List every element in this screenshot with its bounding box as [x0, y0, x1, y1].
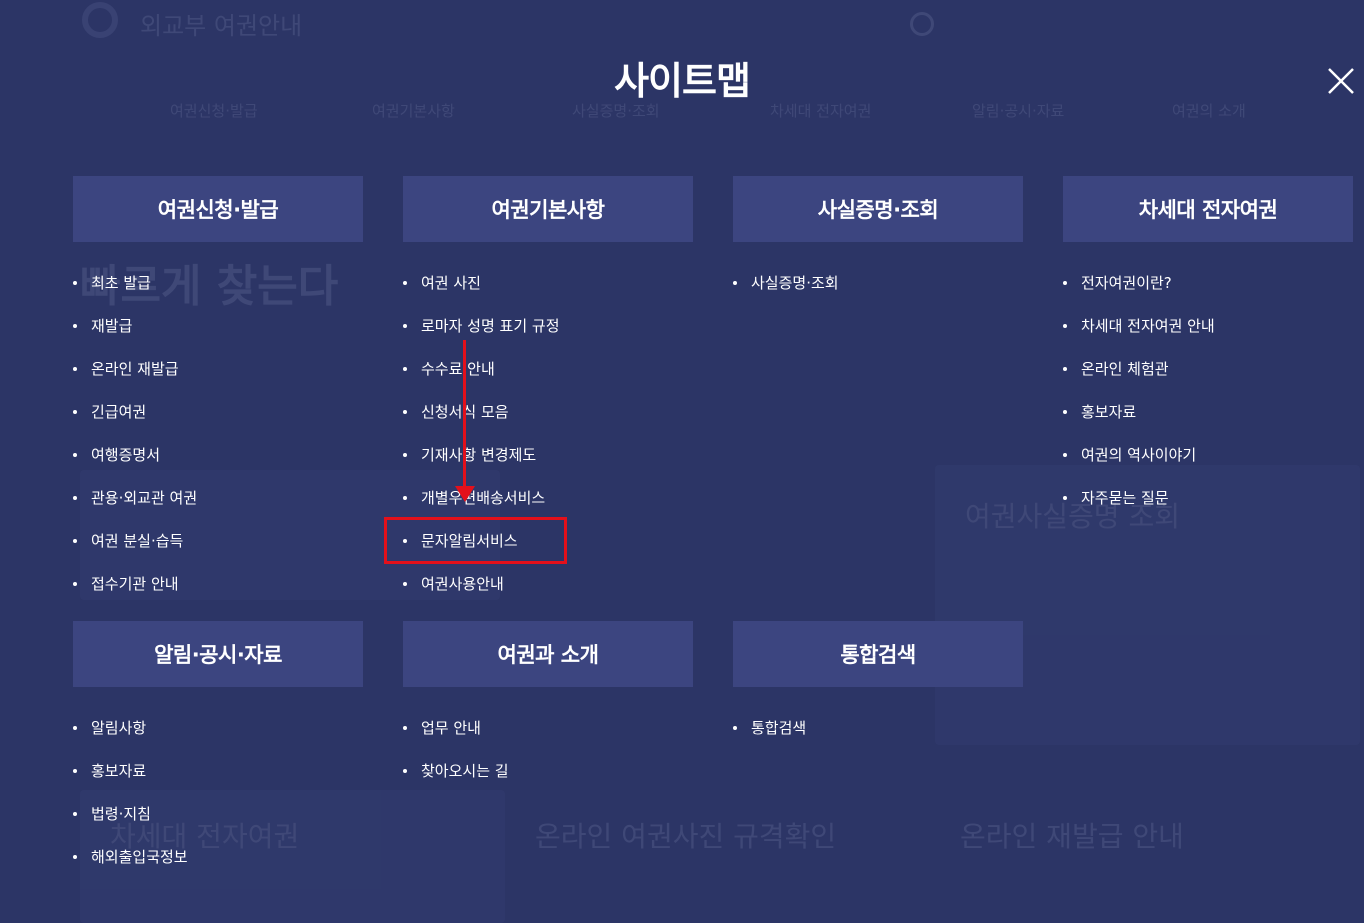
sitemap-link[interactable]: 신청서식 모음 — [403, 400, 560, 443]
sitemap-link[interactable]: 재발급 — [73, 314, 197, 357]
sitemap-category-passport-basics[interactable]: 여권기본사항 — [403, 176, 693, 242]
sitemap-link[interactable]: 전자여권이란? — [1063, 271, 1215, 314]
sitemap-link[interactable]: 해외출입국정보 — [73, 845, 188, 888]
sitemap-link[interactable]: 관용·외교관 여권 — [73, 486, 197, 529]
sitemap-list-e-passport: 전자여권이란? 차세대 전자여권 안내 온라인 체험관 홍보자료 여권의 역사이… — [1063, 271, 1215, 529]
sitemap-link[interactable]: 찾아오시는 길 — [403, 759, 509, 802]
sitemap-link[interactable]: 로마자 성명 표기 규정 — [403, 314, 560, 357]
sitemap-link[interactable]: 통합검색 — [733, 716, 806, 759]
sitemap-link[interactable]: 여권 분실·습득 — [73, 529, 197, 572]
sitemap-link[interactable]: 여권의 역사이야기 — [1063, 443, 1215, 486]
background-card-title: 온라인 여권사진 규격확인 — [535, 820, 837, 853]
sitemap-list-about: 업무 안내 찾아오시는 길 — [403, 716, 509, 802]
sitemap-category-about[interactable]: 여권과 소개 — [403, 621, 693, 687]
annotation-highlight-box — [384, 517, 567, 564]
sitemap-category-search[interactable]: 통합검색 — [733, 621, 1023, 687]
sitemap-link[interactable]: 긴급여권 — [73, 400, 197, 443]
sitemap-link[interactable]: 알림사항 — [73, 716, 188, 759]
sitemap-list-search: 통합검색 — [733, 716, 806, 759]
sitemap-category-certification[interactable]: 사실증명·조회 — [733, 176, 1023, 242]
sitemap-category-e-passport[interactable]: 차세대 전자여권 — [1063, 176, 1353, 242]
sitemap-link[interactable]: 업무 안내 — [403, 716, 509, 759]
sitemap-list-passport-application: 최초 발급 재발급 온라인 재발급 긴급여권 여행증명서 관용·외교관 여권 여… — [73, 271, 197, 615]
background-site-name: 외교부 여권안내 — [140, 12, 303, 40]
sitemap-list-certification: 사실증명·조회 — [733, 271, 839, 314]
sitemap-category-passport-application[interactable]: 여권신청·발급 — [73, 176, 363, 242]
sitemap-link[interactable]: 홍보자료 — [73, 759, 188, 802]
sitemap-title: 사이트맵 — [614, 59, 751, 103]
sitemap-link[interactable]: 홍보자료 — [1063, 400, 1215, 443]
close-button[interactable] — [1324, 64, 1358, 98]
sitemap-category-notices[interactable]: 알림·공시·자료 — [73, 621, 363, 687]
sitemap-link[interactable]: 최초 발급 — [73, 271, 197, 314]
sitemap-link[interactable]: 여행증명서 — [73, 443, 197, 486]
sitemap-link[interactable]: 기재사항 변경제도 — [403, 443, 560, 486]
sitemap-link[interactable]: 차세대 전자여권 안내 — [1063, 314, 1215, 357]
sitemap-link[interactable]: 자주묻는 질문 — [1063, 486, 1215, 529]
sitemap-link[interactable]: 법령·지침 — [73, 802, 188, 845]
sitemap-link[interactable]: 사실증명·조회 — [733, 271, 839, 314]
background-card-title: 온라인 재발급 안내 — [960, 820, 1184, 853]
annotation-arrow-head-icon — [455, 486, 475, 502]
sitemap-link[interactable]: 수수료 안내 — [403, 357, 560, 400]
close-icon — [1328, 68, 1354, 94]
search-icon — [910, 12, 934, 36]
sitemap-list-notices: 알림사항 홍보자료 법령·지침 해외출입국정보 — [73, 716, 188, 888]
sitemap-link[interactable]: 온라인 체험관 — [1063, 357, 1215, 400]
sitemap-link[interactable]: 접수기관 안내 — [73, 572, 197, 615]
sitemap-link[interactable]: 온라인 재발급 — [73, 357, 197, 400]
annotation-arrow-line — [463, 340, 466, 488]
sitemap-link[interactable]: 여권사용안내 — [403, 572, 560, 615]
government-logo-icon — [82, 2, 118, 38]
sitemap-link[interactable]: 여권 사진 — [403, 271, 560, 314]
